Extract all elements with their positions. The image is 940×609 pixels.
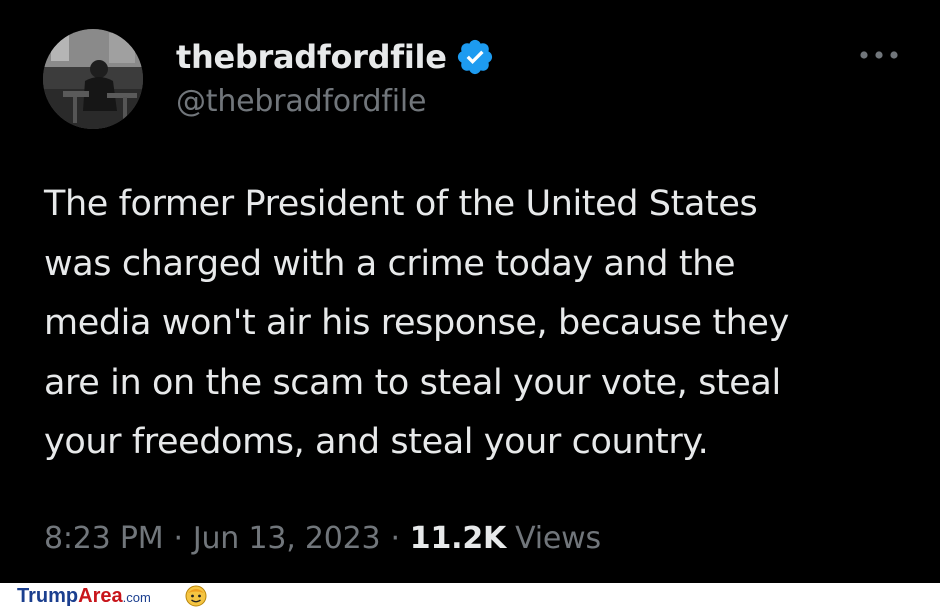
- user-handle[interactable]: @thebradfordfile: [176, 84, 426, 119]
- site-watermark: Trump Area .com: [17, 585, 151, 607]
- tweet-text-line: The former President of the United State…: [44, 184, 758, 224]
- tweet-text-line: was charged with a crime today and the: [44, 243, 736, 284]
- watermark-footer: Trump Area .com: [0, 583, 940, 609]
- views-label: Views: [515, 520, 601, 556]
- avatar[interactable]: [43, 29, 143, 129]
- author-name-row: thebradfordfile: [176, 35, 495, 79]
- separator-dot: ·: [390, 520, 400, 556]
- tweet-text-line: media won't air his response, because th…: [44, 303, 789, 343]
- tweet-text-line: are in on the scam to steal your vote, s…: [44, 362, 781, 403]
- display-name[interactable]: thebradfordfile: [176, 38, 447, 76]
- tweet-date[interactable]: Jun 13, 2023: [193, 521, 381, 556]
- verified-badge-icon: [455, 37, 495, 77]
- watermark-part: Area: [78, 585, 123, 607]
- tweet-metadata: 8:23 PM · Jun 13, 2023 · 11.2K Views: [44, 515, 601, 561]
- tweet-time[interactable]: 8:23 PM: [44, 521, 164, 556]
- more-horizontal-icon: [860, 51, 898, 59]
- mascot-face-icon: [185, 585, 207, 607]
- separator-dot: ·: [173, 520, 183, 556]
- views-count[interactable]: 11.2K: [410, 521, 506, 556]
- avatar-photo: [43, 29, 143, 129]
- watermark-part: Trump: [17, 585, 79, 607]
- tweet-text-line: your freedoms, and steal your country.: [44, 422, 709, 462]
- more-options-button[interactable]: [858, 44, 900, 66]
- tweet-card: thebradfordfile @thebradfordfile The for…: [0, 0, 940, 583]
- watermark-part: .com: [122, 590, 151, 605]
- tweet-text: The former President of the United State…: [44, 175, 924, 473]
